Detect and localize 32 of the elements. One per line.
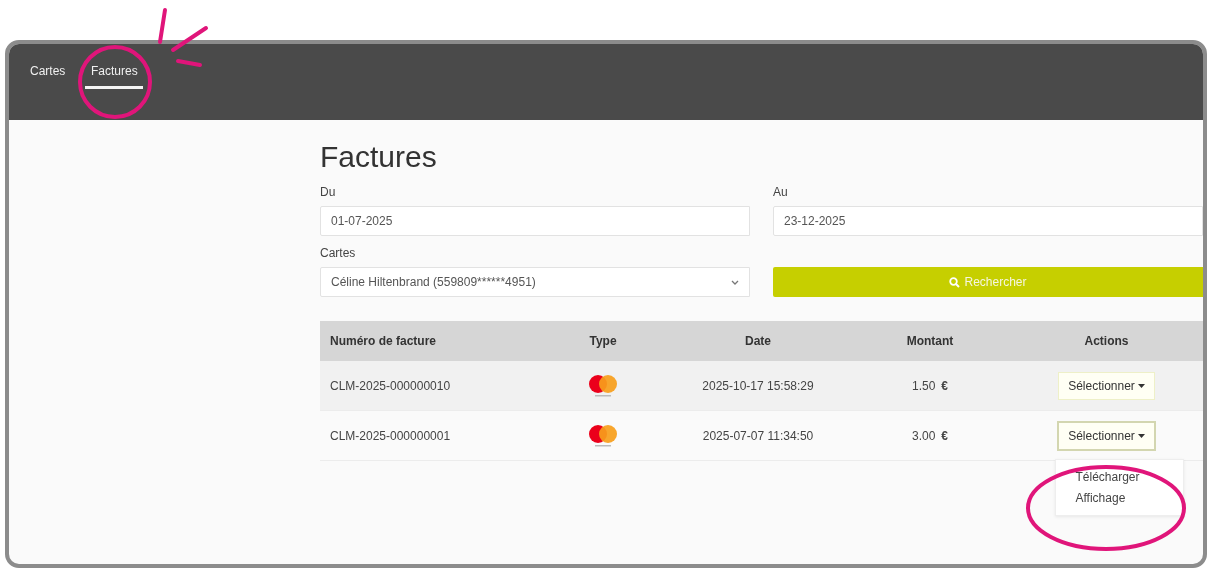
nav-tab[interactable]: Factures [78, 44, 151, 120]
column-header: Actions [1083, 334, 1130, 348]
select-dropdown-button[interactable]: Sélectionner [1058, 371, 1155, 400]
invoice-date: 2025-07-07 11:34:50 [701, 428, 815, 443]
date-field[interactable]: 01-07-2025 [320, 206, 750, 236]
date-field[interactable]: 23-12-2025 [773, 206, 1203, 236]
page-title: Factures [320, 140, 438, 174]
column-header: Montant [905, 334, 955, 348]
menu-item[interactable]: Télécharger [1055, 469, 1183, 484]
invoice-number: CLM-2025-000000010 [329, 378, 452, 393]
invoice-date: 2025-10-17 15:58:29 [701, 378, 815, 393]
caret-icon [1137, 433, 1145, 438]
invoice-amount: 1.50 € [911, 378, 948, 393]
search-icon [949, 276, 961, 288]
column-header: Type [588, 334, 618, 348]
overlapping-circles-icon [586, 423, 620, 448]
chevron-down-icon [731, 279, 739, 285]
active-tab-underline [85, 86, 144, 89]
invoice-amount: 3.00 € [911, 428, 948, 443]
select-dropdown-button[interactable]: Sélectionner [1057, 420, 1156, 451]
menu-item[interactable]: Affichage [1055, 490, 1183, 505]
nav-tab[interactable]: Cartes [23, 44, 73, 120]
invoice-number: CLM-2025-000000001 [329, 428, 452, 443]
caret-icon [1137, 383, 1145, 388]
emphasis-strokes-drawing [158, 8, 208, 67]
field-label: Cartes [320, 246, 357, 260]
field-label: Du [320, 185, 337, 199]
column-header: Date [744, 334, 772, 348]
field-label: Au [773, 185, 789, 199]
overlapping-circles-icon [586, 373, 620, 398]
card-select[interactable]: Céline Hiltenbrand (559809******4951) [320, 267, 750, 297]
column-header: Numéro de facture [329, 334, 438, 348]
